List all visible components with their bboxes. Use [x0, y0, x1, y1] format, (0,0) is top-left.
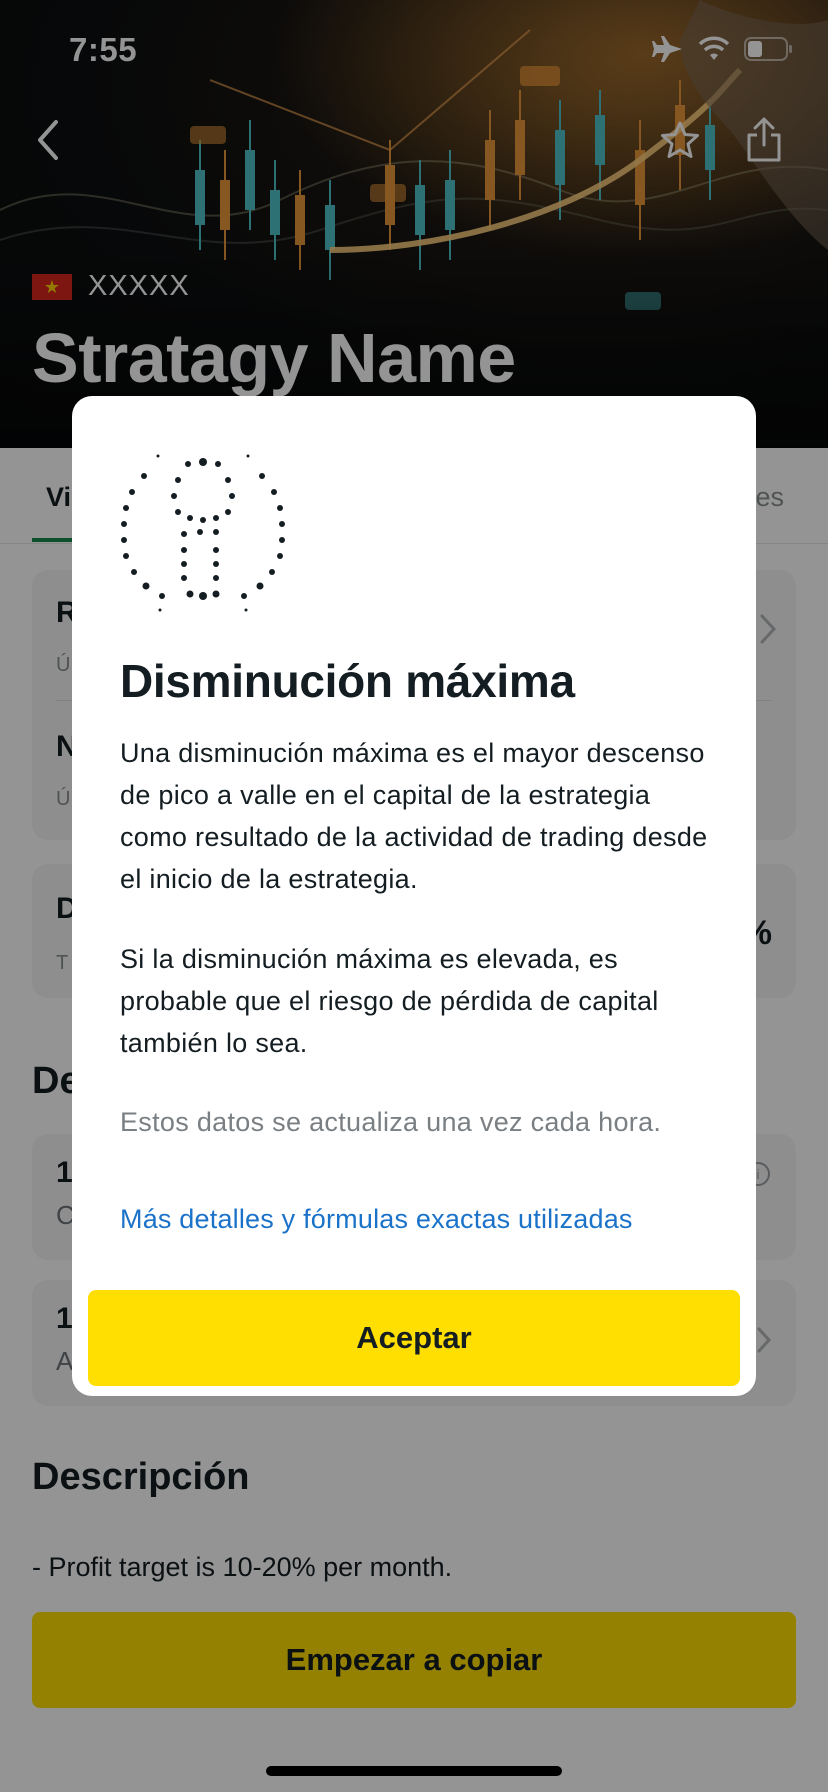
- modal-paragraph: Si la disminución máxima es elevada, es …: [120, 944, 659, 1058]
- max-drawdown-modal: Disminución máxima Una disminución máxim…: [72, 396, 756, 1396]
- modal-update-note: Estos datos se actualiza una vez cada ho…: [120, 1107, 662, 1137]
- drawdown-illustration-icon: [121, 454, 285, 612]
- details-formulas-link[interactable]: Más detalles y fórmulas exactas utilizad…: [120, 1204, 633, 1235]
- accept-button[interactable]: Aceptar: [88, 1290, 740, 1386]
- modal-paragraph: Una disminución máxima es el mayor desce…: [120, 738, 708, 894]
- modal-title: Disminución máxima: [120, 655, 575, 707]
- home-indicator[interactable]: [266, 1766, 562, 1776]
